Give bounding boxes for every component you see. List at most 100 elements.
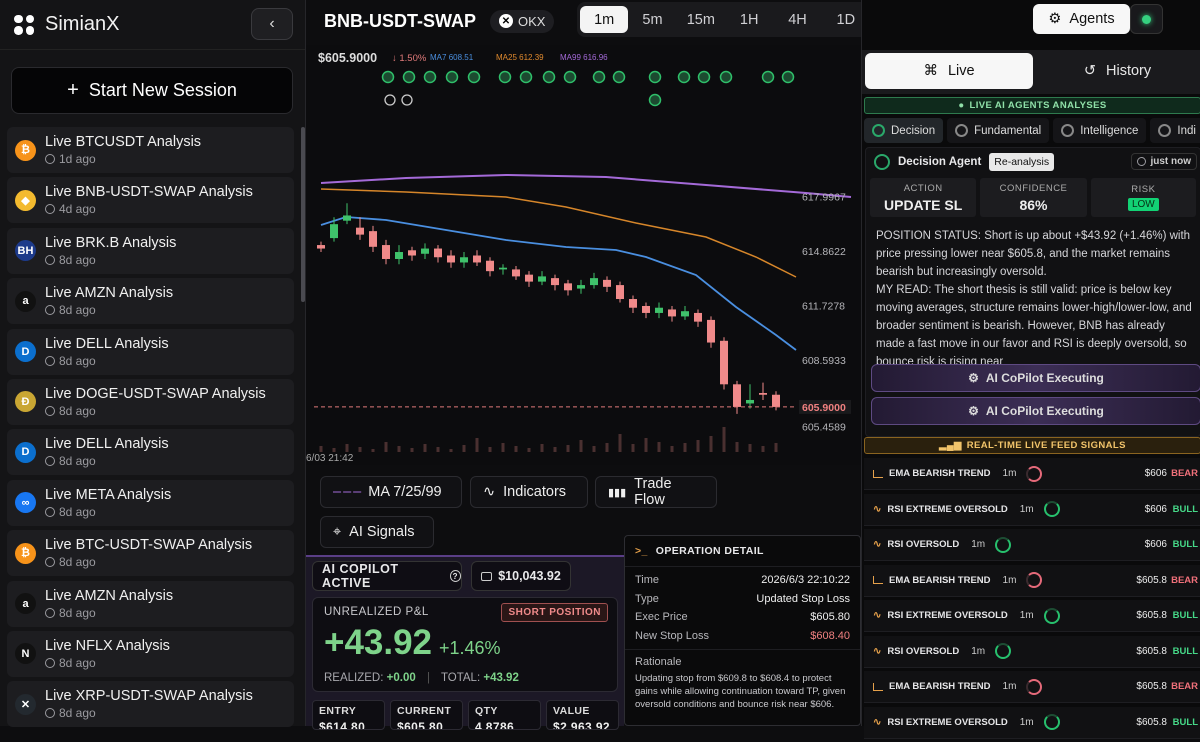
timeframe-1m[interactable]: 1m: [580, 6, 629, 33]
chevron-left-icon: ‹: [269, 15, 275, 32]
volume-bar: [644, 438, 648, 452]
session-item[interactable]: ✕ Live XRP-USDT-SWAP Analysis 8d ago: [7, 681, 294, 728]
ma-button[interactable]: ‒ ‒ ‒ MA 7/25/99: [320, 476, 462, 508]
signal-row[interactable]: EMA BEARISH TREND 1m $605.8 BEAR: [864, 671, 1200, 703]
signal-feed: EMA BEARISH TREND 1m $606 BEAR ∿ RSI EXTREME …: [864, 458, 1200, 742]
price-chart[interactable]: $605.9000 ↓ 1.50% MA7 608.51 MA25 612.39…: [306, 45, 861, 465]
dell-icon: D: [15, 441, 36, 463]
session-item[interactable]: N Live NFLX Analysis 8d ago: [7, 630, 294, 677]
signal-row[interactable]: ∿ RSI EXTREME OVERSOLD 1m $605.8 BULL: [864, 600, 1200, 632]
session-time: 8d ago: [59, 454, 96, 469]
agent-tab-decision[interactable]: Decision: [864, 118, 944, 143]
signal-bars-icon: ▂▄▆: [939, 440, 962, 451]
xrp-icon: ✕: [15, 693, 36, 715]
crosshair-icon: ⌖: [333, 524, 342, 540]
signal-row[interactable]: ∿ RSI OVERSOLD 1m $606 BULL: [864, 529, 1200, 561]
start-new-session-button[interactable]: + Start New Session: [11, 67, 293, 114]
live-feed-header[interactable]: ▂▄▆ REAL-TIME LIVE FEED SIGNALS: [864, 437, 1200, 454]
trade-flow-button[interactable]: ▮▮▮ Trade Flow: [595, 476, 717, 508]
timeframe-5m[interactable]: 5m: [628, 6, 676, 33]
symbol-title: BNB-USDT-SWAP: [324, 10, 476, 31]
session-item[interactable]: BH Live BRK.B Analysis 8d ago: [7, 227, 294, 274]
y-tick-label: 614.8622: [802, 246, 846, 258]
candle-body: [408, 250, 416, 256]
session-title: Live BRK.B Analysis: [45, 234, 177, 251]
session-item[interactable]: D Live DELL Analysis 8d ago: [7, 429, 294, 476]
session-item[interactable]: ₿ Live BTC-USDT-SWAP Analysis 8d ago: [7, 530, 294, 577]
volume-bar: [579, 440, 583, 452]
signal-marker: [467, 70, 481, 84]
timeframe-4H[interactable]: 4H: [773, 6, 821, 33]
signal-marker: [648, 70, 662, 84]
operation-row: Type Updated Stop Loss: [625, 590, 860, 609]
bars-icon: ▮▮▮: [608, 486, 627, 499]
signal-price: $605.8: [1136, 681, 1167, 692]
session-item[interactable]: ₿ Live BTCUSDT Analysis 1d ago: [7, 127, 294, 173]
session-title: Live BTC-USDT-SWAP Analysis: [45, 537, 253, 554]
signal-row[interactable]: EMA BEARISH TREND 1m $606 BEAR: [864, 458, 1200, 490]
timeframe-15m[interactable]: 15m: [677, 6, 725, 33]
ai-signals-button[interactable]: ⌖ AI Signals: [320, 516, 434, 548]
timestamp-badge: just now: [1131, 153, 1197, 170]
tab-live[interactable]: ⌘ Live: [865, 53, 1033, 89]
signal-marker: [498, 70, 512, 84]
candle-body: [629, 299, 637, 308]
agents-button[interactable]: ⚙ Agents: [1033, 4, 1130, 34]
agent-tab-intelligence[interactable]: Intelligence: [1053, 118, 1147, 143]
session-item[interactable]: ◆ Live BNB-USDT-SWAP Analysis 4d ago: [7, 177, 294, 224]
indicators-button[interactable]: ∿ Indicators: [470, 476, 588, 508]
session-title: Live NFLX Analysis: [45, 637, 170, 654]
reanalysis-button[interactable]: Re-analysis: [989, 152, 1055, 171]
berkshire-icon: BH: [15, 240, 36, 262]
trend-icon: [873, 576, 883, 584]
session-item[interactable]: a Live AMZN Analysis 8d ago: [7, 580, 294, 627]
clock-icon: [45, 657, 55, 668]
connection-status[interactable]: [1130, 4, 1163, 34]
exchange-badge[interactable]: ✕ OKX: [490, 9, 555, 33]
collapse-sidebar-button[interactable]: ‹: [251, 8, 293, 40]
session-item[interactable]: D Live DELL Analysis 8d ago: [7, 328, 294, 375]
candle-body: [499, 267, 507, 270]
signal-row[interactable]: EMA BEARISH TREND 1m $605.8 BEAR: [864, 564, 1200, 597]
candle-body: [733, 384, 741, 407]
y-tick-label: 617.9967: [802, 191, 846, 203]
candle-body: [551, 278, 559, 286]
signal-marker: [761, 70, 775, 84]
candle-body: [460, 257, 468, 263]
signal-row[interactable]: ∿ RSI OVERSOLD 1m $605.8 BULL: [864, 635, 1200, 668]
signal-row[interactable]: ∿ RSI EXTREME OVERSOLD 1m $606 BULL: [864, 493, 1200, 526]
candle-body: [668, 309, 676, 317]
volume-bar: [748, 444, 752, 452]
agent-tab-indi[interactable]: Indi: [1150, 118, 1200, 143]
agent-name: Decision Agent: [898, 155, 982, 168]
session-item[interactable]: a Live AMZN Analysis 8d ago: [7, 278, 294, 325]
sidebar-scrollbar[interactable]: [301, 127, 305, 302]
session-time-row: 8d ago: [45, 253, 176, 267]
clock-icon: [45, 355, 55, 366]
pnl-card: UNREALIZED P&L SHORT POSITION +43.92 +1.…: [312, 597, 618, 692]
pulse-icon: ∿: [873, 539, 882, 550]
session-title: Live META Analysis: [45, 486, 172, 503]
agent-tab-fundamental[interactable]: Fundamental: [947, 118, 1050, 143]
candle-body: [759, 393, 767, 395]
session-item[interactable]: ∞ Live META Analysis 8d ago: [7, 479, 294, 526]
copilot-executing-button[interactable]: ⚙ AI CoPilot Executing: [871, 364, 1200, 392]
operation-key: Exec Price: [635, 611, 688, 624]
session-text: Live DELL Analysis 8d ago: [45, 436, 169, 468]
candle-body: [694, 312, 702, 322]
cpu-icon: ⚙: [968, 371, 979, 385]
timeframe-1H[interactable]: 1H: [725, 6, 773, 33]
copilot-status[interactable]: AI COPILOT ACTIVE ?: [312, 561, 462, 591]
candle-body: [395, 252, 403, 259]
session-item[interactable]: Ð Live DOGE-USDT-SWAP Analysis 8d ago: [7, 378, 294, 425]
copilot-executing-button-2[interactable]: ⚙ AI CoPilot Executing: [871, 397, 1200, 425]
strength-ring-icon: [1043, 607, 1060, 624]
signal-marker: [542, 70, 556, 84]
operation-row: New Stop Loss $608.40: [625, 627, 860, 646]
tab-history[interactable]: ↺ History: [1037, 53, 1198, 89]
live-analyses-header[interactable]: ● LIVE AI AGENTS ANALYSES: [864, 97, 1200, 114]
session-title: Live DELL Analysis: [45, 436, 169, 453]
signal-row[interactable]: ∿ RSI EXTREME OVERSOLD 1m $605.8 BULL: [864, 706, 1200, 739]
info-icon[interactable]: ?: [449, 570, 461, 582]
signal-name: EMA BEARISH TREND: [889, 681, 991, 692]
